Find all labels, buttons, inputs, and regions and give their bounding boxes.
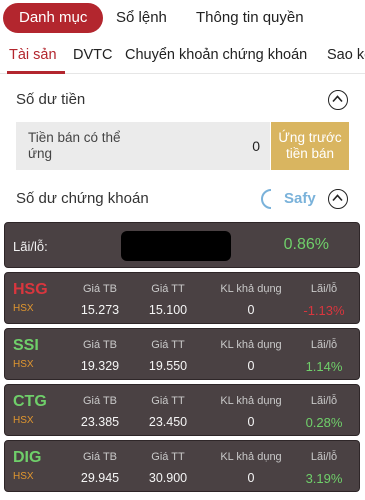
stock-exchange: HSX bbox=[13, 359, 34, 370]
avg-price-header: Giá TB bbox=[82, 283, 118, 295]
avg-price: 15.273 bbox=[80, 303, 120, 317]
portfolio-summary: Lãi/lỗ: 0.86% bbox=[4, 222, 360, 268]
available-qty-header: KL khả dụng bbox=[220, 283, 282, 295]
avg-price-header: Giá TB bbox=[82, 339, 118, 351]
available-qty-header: KL khả dụng bbox=[220, 395, 282, 407]
market-price-header: Giá TT bbox=[151, 283, 185, 295]
collapse-securities-button[interactable] bbox=[328, 189, 348, 209]
market-price: 19.550 bbox=[148, 359, 188, 373]
avg-price: 23.385 bbox=[80, 415, 120, 429]
holding-row[interactable]: HSG HSX Giá TB Giá TT KL khả dụng Lãi/lỗ… bbox=[4, 272, 360, 324]
chevron-up-icon bbox=[332, 95, 343, 103]
stock-symbol: HSG bbox=[13, 281, 48, 298]
available-qty-header: KL khả dụng bbox=[220, 451, 282, 463]
securities-balance-title: Số dư chứng khoán bbox=[16, 190, 149, 207]
available-qty: 0 bbox=[247, 359, 255, 373]
stock-exchange: HSX bbox=[13, 471, 34, 482]
available-qty: 0 bbox=[247, 303, 255, 317]
collapse-cash-button[interactable] bbox=[328, 90, 348, 110]
advance-sale-button[interactable]: Ứng trước tiền bán bbox=[271, 122, 349, 170]
tab-securities-transfer[interactable]: Chuyển khoản chứng khoán bbox=[125, 47, 307, 63]
tab-statement[interactable]: Sao kê bbox=[327, 47, 365, 63]
cash-advance-label: Tiền bán có thể ứng bbox=[28, 130, 121, 161]
holding-row[interactable]: DIG HSX Giá TB Giá TT KL khả dụng Lãi/lỗ… bbox=[4, 440, 360, 492]
pnl-value: -1.13% bbox=[303, 303, 345, 318]
avg-price-header: Giá TB bbox=[82, 395, 118, 407]
redacted-amount bbox=[121, 231, 231, 261]
market-price-header: Giá TT bbox=[151, 451, 185, 463]
holding-row[interactable]: CTG HSX Giá TB Giá TT KL khả dụng Lãi/lỗ… bbox=[4, 384, 360, 436]
pnl-value: 1.14% bbox=[305, 359, 343, 374]
tab-rights-info[interactable]: Thông tin quyền bbox=[196, 3, 304, 33]
market-price-header: Giá TT bbox=[151, 339, 185, 351]
stock-symbol: SSI bbox=[13, 337, 39, 354]
pnl-header: Lãi/lỗ bbox=[310, 283, 338, 295]
active-tab-indicator bbox=[7, 71, 65, 74]
market-price: 23.450 bbox=[148, 415, 188, 429]
safy-label: Safy bbox=[284, 190, 316, 207]
tab-portfolio[interactable]: Danh mục bbox=[3, 3, 104, 33]
avg-price: 19.329 bbox=[80, 359, 120, 373]
avg-price: 29.945 bbox=[80, 471, 120, 485]
tab-financial-services[interactable]: DVTC bbox=[73, 47, 112, 63]
pnl-label: Lãi/lỗ: bbox=[13, 239, 48, 254]
market-price-header: Giá TT bbox=[151, 395, 185, 407]
stock-symbol: DIG bbox=[13, 449, 42, 466]
chevron-up-icon bbox=[332, 194, 343, 202]
cash-balance-title: Số dư tiền bbox=[16, 91, 86, 108]
available-qty-header: KL khả dụng bbox=[220, 339, 282, 351]
pnl-header: Lãi/lỗ bbox=[310, 395, 338, 407]
stock-exchange: HSX bbox=[13, 415, 34, 426]
tab-order-book[interactable]: Sổ lệnh bbox=[116, 3, 167, 33]
tab-assets[interactable]: Tài sản bbox=[9, 47, 57, 63]
sub-tab-bar: Tài sản DVTC Chuyển khoản chứng khoán Sa… bbox=[0, 40, 365, 74]
pnl-percent: 0.86% bbox=[283, 236, 329, 253]
market-price: 30.900 bbox=[148, 471, 188, 485]
available-qty: 0 bbox=[247, 471, 255, 485]
safy-logo-icon bbox=[261, 189, 272, 209]
pnl-value: 0.28% bbox=[305, 415, 343, 430]
market-price: 15.100 bbox=[148, 303, 188, 317]
avg-price-header: Giá TB bbox=[82, 451, 118, 463]
cash-advance-value: 0 bbox=[252, 138, 260, 154]
pnl-header: Lãi/lỗ bbox=[310, 339, 338, 351]
pnl-value: 3.19% bbox=[305, 471, 343, 486]
safy-button[interactable]: Safy bbox=[260, 188, 322, 210]
available-qty: 0 bbox=[247, 415, 255, 429]
stock-symbol: CTG bbox=[13, 393, 47, 410]
holding-row[interactable]: SSI HSX Giá TB Giá TT KL khả dụng Lãi/lỗ… bbox=[4, 328, 360, 380]
stock-exchange: HSX bbox=[13, 303, 34, 314]
top-tab-bar: Danh mục Sổ lệnh Thông tin quyền bbox=[0, 0, 365, 36]
cash-advance-row: Tiền bán có thể ứng 0 bbox=[16, 122, 270, 170]
pnl-header: Lãi/lỗ bbox=[310, 451, 338, 463]
